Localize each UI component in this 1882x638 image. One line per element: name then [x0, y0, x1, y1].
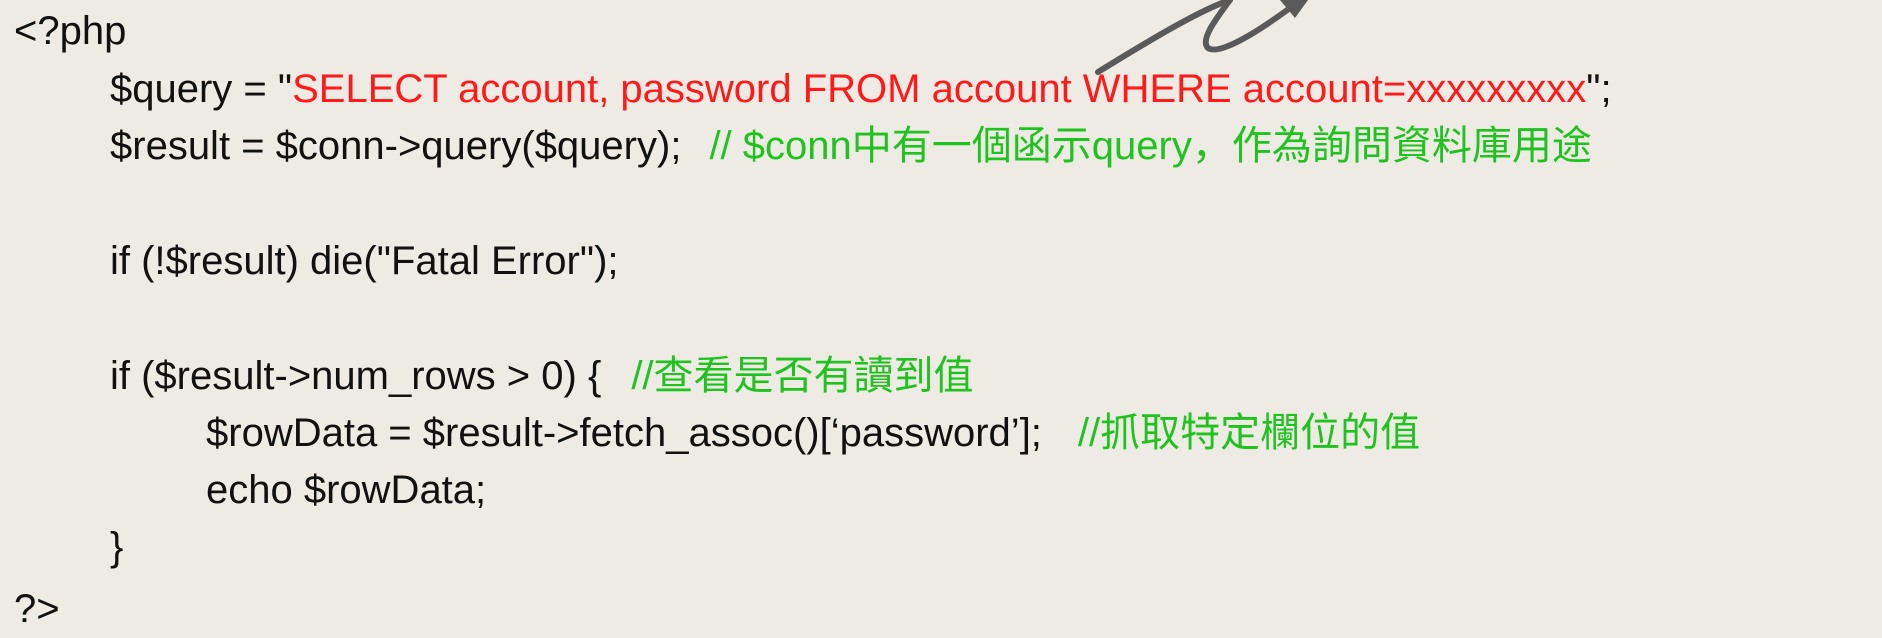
query-line: $query = "SELECT account, password FROM … — [0, 60, 1612, 118]
query-line-end: "; — [1586, 67, 1612, 111]
fetch-code: $rowData = $result->fetch_assoc()[‘passw… — [206, 411, 1042, 455]
sql-string: SELECT account, password FROM account WH… — [292, 67, 1587, 111]
query-assignment: $query = " — [110, 67, 293, 111]
php-open-tag: <?php — [14, 9, 127, 53]
num-rows-code: if ($result->num_rows > 0) { — [110, 354, 602, 398]
fetch-comment: //抓取特定欄位的值 — [1077, 411, 1421, 455]
error-check-line: if (!$result) die("Fatal Error"); — [110, 239, 619, 283]
echo-line: echo $rowData; — [206, 468, 487, 512]
fetch-line: $rowData = $result->fetch_assoc()[‘passw… — [0, 404, 1420, 462]
php-close-tag: ?> — [14, 587, 60, 631]
result-code: $result = $conn->query($query); — [110, 124, 682, 168]
query-comment: // $conn中有一個函示query，作為詢問資料庫用途 — [709, 124, 1592, 168]
curved-arrow-icon — [1095, 0, 1308, 75]
code-block: <?php $query = "SELECT account, password… — [0, 0, 1882, 631]
closing-brace: } — [110, 525, 124, 569]
num-rows-line: if ($result->num_rows > 0) { //查看是否有讀到值 — [0, 347, 974, 405]
num-rows-comment: //查看是否有讀到值 — [631, 354, 974, 398]
result-line: $result = $conn->query($query); // $conn中… — [0, 117, 1592, 175]
